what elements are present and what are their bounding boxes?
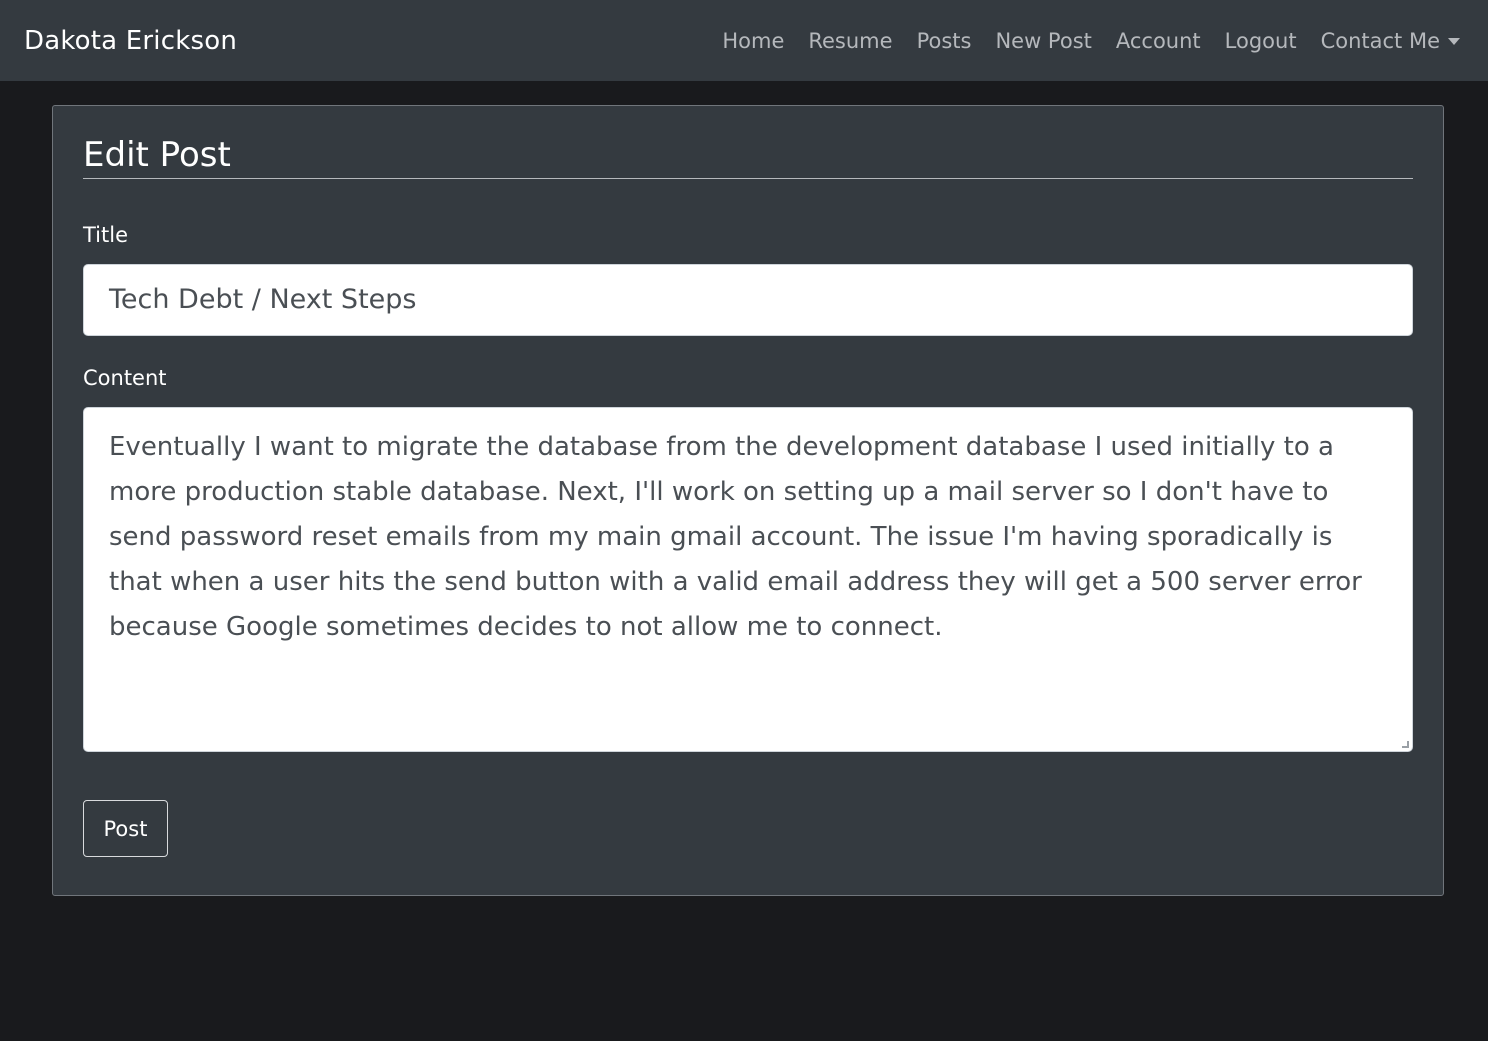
nav-link-account[interactable]: Account — [1116, 29, 1201, 53]
nav-link-resume[interactable]: Resume — [808, 29, 892, 53]
nav-link-new-post[interactable]: New Post — [995, 29, 1091, 53]
content-label: Content — [83, 366, 167, 390]
nav-dropdown-contact-me[interactable]: Contact Me — [1321, 29, 1460, 53]
form-legend: Edit Post — [83, 132, 1413, 179]
resize-handle-icon[interactable] — [1402, 741, 1409, 748]
content-textarea[interactable]: Eventually I want to migrate the databas… — [83, 407, 1413, 752]
nav-link-posts[interactable]: Posts — [917, 29, 972, 53]
title-input[interactable]: Tech Debt / Next Steps — [83, 264, 1413, 336]
content-text: Eventually I want to migrate the databas… — [109, 432, 1362, 642]
nav-dropdown-label: Contact Me — [1320, 28, 1440, 53]
caret-down-icon — [1448, 38, 1460, 45]
post-button[interactable]: Post — [83, 800, 168, 857]
title-label: Title — [83, 223, 129, 247]
nav-links: Home Resume Posts New Post Account Logou… — [722, 29, 1460, 53]
navbar: Dakota Erickson Home Resume Posts New Po… — [0, 0, 1488, 81]
edit-post-card: Edit Post Title Tech Debt / Next Steps C… — [52, 105, 1444, 896]
nav-link-logout[interactable]: Logout — [1225, 29, 1297, 53]
nav-link-home[interactable]: Home — [722, 29, 784, 53]
navbar-brand[interactable]: Dakota Erickson — [24, 26, 237, 56]
